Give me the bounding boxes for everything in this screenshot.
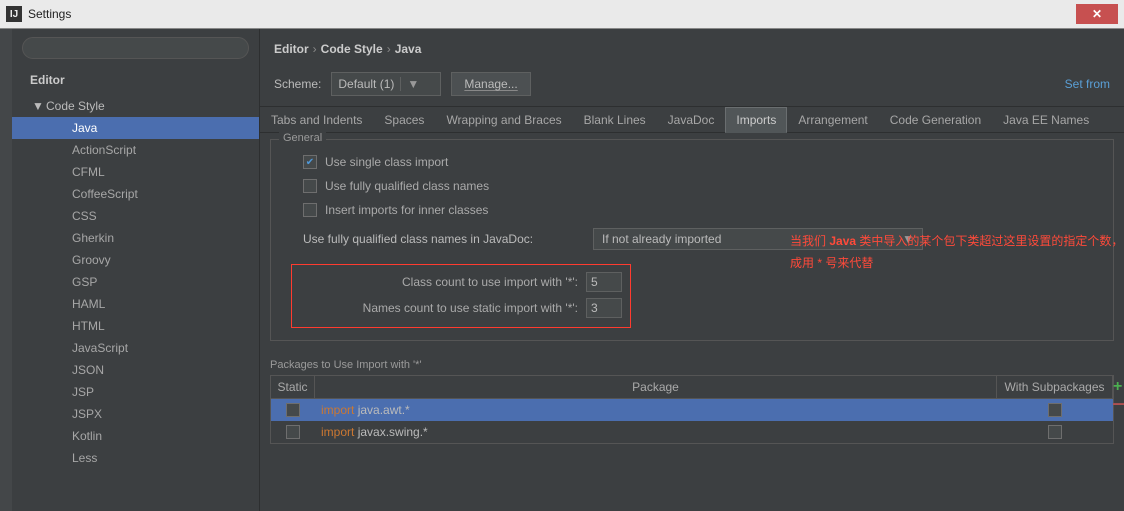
- annotation-note: 当我们 Java 类中导入的某个包下类超过这里设置的指定个数，就会换 成用 * …: [790, 229, 1124, 274]
- window-title: Settings: [28, 7, 71, 21]
- packages-table: Static Package With Subpackages import j…: [270, 375, 1114, 444]
- sidebar: 🔍 Editor ▼ Code Style JavaActionScriptCF…: [12, 29, 260, 511]
- remove-package-button[interactable]: —: [1113, 398, 1124, 408]
- sidebar-tree: ▼ Code Style JavaActionScriptCFMLCoffeeS…: [12, 95, 259, 511]
- label-class-count: Class count to use import with '*':: [300, 275, 578, 289]
- tab-code-generation[interactable]: Code Generation: [879, 107, 992, 132]
- label-qualified-javadoc: Use fully qualified class names in JavaD…: [303, 232, 583, 246]
- titlebar: IJ Settings ✕: [0, 0, 1124, 29]
- tab-blank-lines[interactable]: Blank Lines: [573, 107, 657, 132]
- input-class-count[interactable]: [586, 272, 622, 292]
- tab-wrapping-and-braces[interactable]: Wrapping and Braces: [435, 107, 572, 132]
- general-group-title: General: [279, 132, 326, 144]
- col-header-sub[interactable]: With Subpackages: [997, 376, 1113, 398]
- sidebar-item-groovy[interactable]: Groovy: [12, 249, 259, 271]
- content-pane: Editor›Code Style›Java Scheme: Default (…: [260, 29, 1124, 511]
- checkbox-subpackages[interactable]: [1048, 403, 1062, 417]
- tab-spaces[interactable]: Spaces: [373, 107, 435, 132]
- tab-tabs-and-indents[interactable]: Tabs and Indents: [260, 107, 373, 132]
- label-use-single: Use single class import: [325, 155, 448, 169]
- sidebar-item-jspx[interactable]: JSPX: [12, 403, 259, 425]
- checkbox-use-single[interactable]: [303, 155, 317, 169]
- chevron-down-icon: ▼: [400, 77, 419, 91]
- tab-java-ee-names[interactable]: Java EE Names: [992, 107, 1100, 132]
- breadcrumb: Editor›Code Style›Java: [260, 29, 1124, 68]
- sidebar-item-jsp[interactable]: JSP: [12, 381, 259, 403]
- sidebar-item-actionscript[interactable]: ActionScript: [12, 139, 259, 161]
- sidebar-item-gsp[interactable]: GSP: [12, 271, 259, 293]
- sidebar-item-less[interactable]: Less: [12, 447, 259, 469]
- checkbox-static[interactable]: [286, 425, 300, 439]
- app-logo-icon: IJ: [6, 6, 22, 22]
- scheme-label: Scheme:: [274, 77, 321, 91]
- checkbox-use-fully[interactable]: [303, 179, 317, 193]
- sidebar-item-code-style[interactable]: ▼ Code Style: [12, 95, 259, 117]
- label-use-fully: Use fully qualified class names: [325, 179, 489, 193]
- tab-arrangement[interactable]: Arrangement: [787, 107, 878, 132]
- sidebar-item-css[interactable]: CSS: [12, 205, 259, 227]
- table-row[interactable]: import javax.swing.*: [271, 421, 1113, 443]
- label-names-count: Names count to use static import with '*…: [300, 301, 578, 315]
- chevron-down-icon: ▼: [32, 99, 42, 113]
- search-input[interactable]: [22, 37, 249, 59]
- col-header-static[interactable]: Static: [271, 376, 315, 398]
- set-from-link[interactable]: Set from: [1065, 77, 1110, 91]
- sidebar-item-java[interactable]: Java: [12, 117, 259, 139]
- checkbox-subpackages[interactable]: [1048, 425, 1062, 439]
- sidebar-item-haml[interactable]: HAML: [12, 293, 259, 315]
- tab-javadoc[interactable]: JavaDoc: [657, 107, 726, 132]
- sidebar-item-json[interactable]: JSON: [12, 359, 259, 381]
- col-header-package[interactable]: Package: [315, 376, 997, 398]
- checkbox-static[interactable]: [286, 403, 300, 417]
- sidebar-section-editor[interactable]: Editor: [12, 65, 259, 95]
- input-names-count[interactable]: [586, 298, 622, 318]
- sidebar-item-cfml[interactable]: CFML: [12, 161, 259, 183]
- sidebar-item-gherkin[interactable]: Gherkin: [12, 227, 259, 249]
- scheme-dropdown[interactable]: Default (1) ▼: [331, 72, 441, 96]
- left-gutter: [0, 29, 12, 511]
- tab-imports[interactable]: Imports: [725, 107, 787, 133]
- label-insert-inner: Insert imports for inner classes: [325, 203, 488, 217]
- manage-button[interactable]: Manage...: [451, 72, 530, 96]
- checkbox-insert-inner[interactable]: [303, 203, 317, 217]
- sidebar-item-javascript[interactable]: JavaScript: [12, 337, 259, 359]
- sidebar-item-coffeescript[interactable]: CoffeeScript: [12, 183, 259, 205]
- import-count-box: Class count to use import with '*': Name…: [291, 264, 631, 328]
- sidebar-item-kotlin[interactable]: Kotlin: [12, 425, 259, 447]
- close-button[interactable]: ✕: [1076, 4, 1118, 24]
- table-row[interactable]: import java.awt.*: [271, 399, 1113, 421]
- tabs: Tabs and IndentsSpacesWrapping and Brace…: [260, 106, 1124, 133]
- packages-title: Packages to Use Import with '*': [270, 359, 1114, 371]
- sidebar-item-html[interactable]: HTML: [12, 315, 259, 337]
